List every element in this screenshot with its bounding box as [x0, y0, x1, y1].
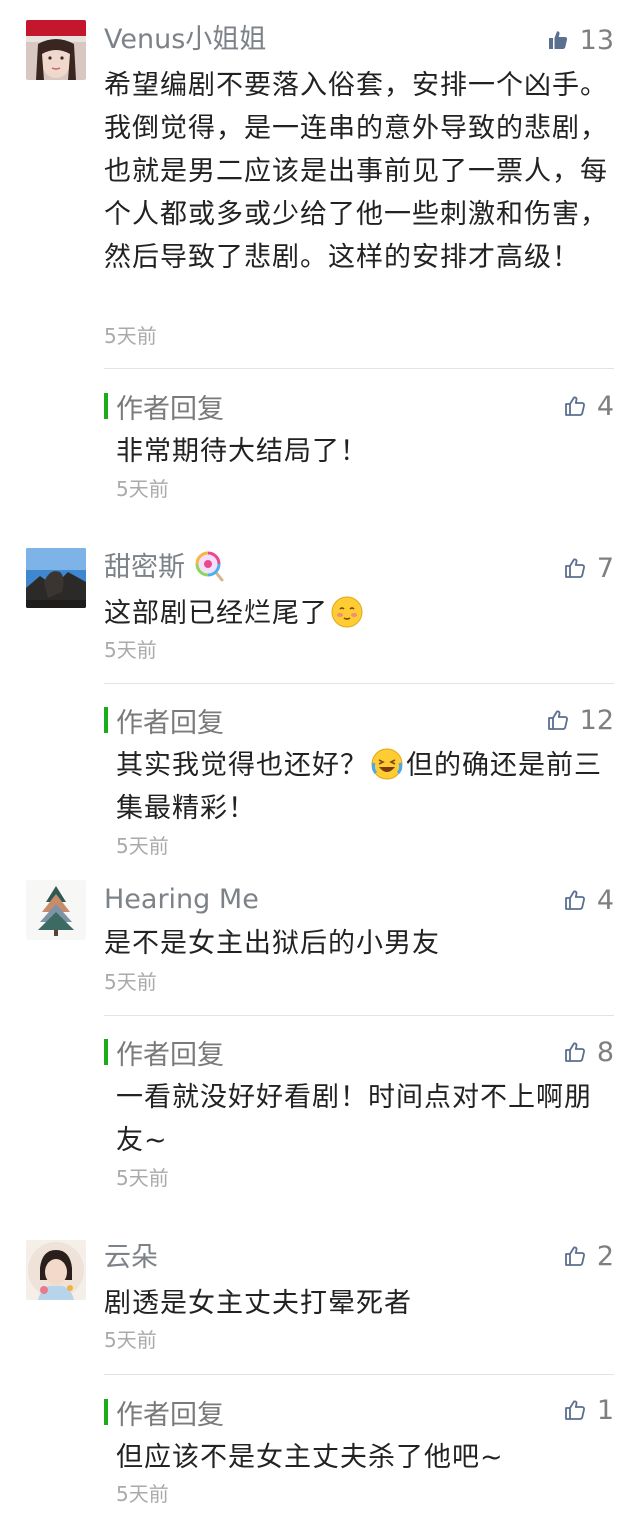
author-reply-label: 作者回复 — [104, 1394, 224, 1431]
like-button[interactable]: 4 — [563, 882, 614, 918]
avatar[interactable] — [26, 880, 86, 940]
like-button[interactable]: 2 — [563, 1238, 614, 1274]
reply-text: 一看就没好好看剧！时间点对不上啊朋友~ — [116, 1082, 592, 1156]
like-count: 8 — [596, 1036, 614, 1068]
reply-bar — [104, 393, 108, 419]
like-count: 2 — [596, 1240, 614, 1272]
comment-text: 是不是女主出狱后的小男友 — [104, 928, 440, 959]
author-reply-label: 作者回复 — [104, 1034, 224, 1071]
like-button[interactable]: 13 — [546, 22, 614, 58]
comment-time: 5天前 — [104, 324, 157, 348]
like-count: 4 — [596, 390, 614, 422]
like-count: 7 — [596, 552, 614, 584]
commenter-name[interactable]: Venus小姐姐 — [104, 22, 266, 58]
reply-like-button[interactable]: 8 — [563, 1034, 614, 1070]
like-button[interactable]: 7 — [563, 550, 614, 586]
comment-text: 希望编剧不要落入俗套，安排一个凶手。我倒觉得，是一连串的意外导致的悲剧，也就是男… — [104, 70, 608, 273]
thumbs-up-icon — [563, 394, 587, 418]
blushing-face-icon — [331, 596, 363, 628]
like-count: 4 — [596, 884, 614, 916]
commenter-name[interactable]: Hearing Me — [104, 882, 259, 918]
avatar[interactable] — [26, 548, 86, 608]
divider — [104, 683, 614, 684]
comment-time: 5天前 — [104, 638, 157, 662]
reply-time: 5天前 — [116, 1166, 169, 1190]
author-reply-label: 作者回复 — [104, 702, 224, 739]
comment-time: 5天前 — [104, 970, 157, 994]
lollipop-icon — [195, 551, 224, 582]
thumbs-up-icon — [546, 708, 570, 732]
commenter-name[interactable]: 云朵 — [104, 1240, 158, 1276]
divider — [104, 1015, 614, 1016]
divider — [104, 1374, 614, 1375]
laughing-crying-face-icon — [371, 748, 403, 780]
reply-text: 非常期待大结局了！ — [116, 436, 368, 467]
reply-text: 其实我觉得也还好？ 但的确还是前三集最精彩！ — [116, 744, 614, 830]
commenter-name[interactable]: 甜密斯 — [104, 550, 226, 586]
avatar[interactable] — [26, 1240, 86, 1300]
author-reply-label: 作者回复 — [104, 388, 224, 425]
thumbs-up-icon — [563, 1244, 587, 1268]
divider — [104, 368, 614, 369]
reply-like-button[interactable]: 12 — [546, 702, 614, 738]
thumbs-up-icon — [563, 1398, 587, 1422]
reply-time: 5天前 — [116, 1482, 169, 1506]
thumbs-up-icon — [563, 888, 587, 912]
reply-bar — [104, 1039, 108, 1065]
reply-like-button[interactable]: 1 — [563, 1392, 614, 1428]
reply-bar — [104, 1399, 108, 1425]
like-count: 12 — [579, 704, 614, 736]
avatar[interactable] — [26, 20, 86, 80]
thumbs-up-icon — [563, 556, 587, 580]
reply-bar — [104, 707, 108, 733]
reply-like-button[interactable]: 4 — [563, 388, 614, 424]
reply-text: 但应该不是女主丈夫杀了他吧~ — [116, 1442, 504, 1473]
comment-text: 剧透是女主丈夫打晕死者 — [104, 1288, 412, 1319]
thumbs-up-icon — [563, 1040, 587, 1064]
like-count: 13 — [579, 24, 614, 56]
reply-time: 5天前 — [116, 834, 169, 858]
like-count: 1 — [596, 1394, 614, 1426]
comment-time: 5天前 — [104, 1328, 157, 1352]
reply-time: 5天前 — [116, 477, 169, 501]
thumbs-up-filled-icon — [546, 28, 570, 52]
comment-text: 这部剧已经烂尾了 — [104, 592, 614, 635]
